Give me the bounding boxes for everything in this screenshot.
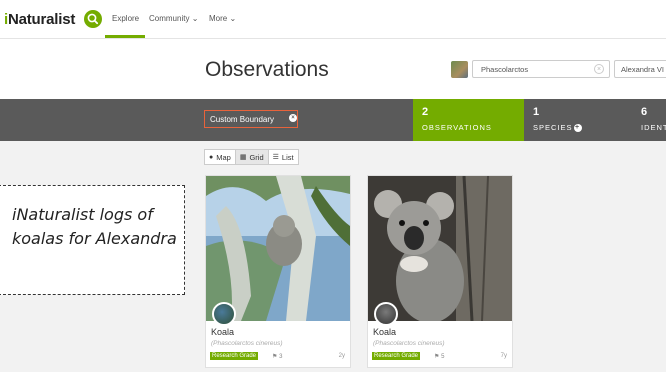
view-toggle: ● Map ▦ Grid ☰ List [204,149,299,165]
list-icon: ☰ [272,154,279,161]
identifiers-label: IDENT [641,123,666,132]
observation-scientific-name: (Phascolarctos cinereus) [211,340,283,347]
nav-community[interactable]: Community ⌄ [149,14,198,23]
identification-count: 3 [279,354,283,360]
observation-age: 2y [338,353,345,359]
observation-photo[interactable] [368,176,512,321]
species-search-input[interactable]: Phascolarctos × [472,60,610,78]
tab-observations[interactable]: 2 OBSERVATIONS [413,99,524,141]
nav-more[interactable]: More ⌄ [209,14,236,23]
quality-grade-badge: Research Grade [372,352,421,360]
grid-view-button[interactable]: ▦ Grid [235,149,269,165]
species-search-value: Phascolarctos [481,65,529,74]
top-navigation-bar: iNaturalist Explore Community ⌄ More ⌄ [0,0,666,39]
page-title: Observations [205,58,329,81]
search-icon[interactable] [84,10,102,28]
nav-explore[interactable]: Explore [112,14,139,23]
observation-photo[interactable] [206,176,350,321]
identification-icon: ⚑ [434,354,440,360]
tab-identifiers[interactable]: 6 IDENT [632,99,666,141]
quality-grade-badge: Research Grade [210,352,259,360]
species-count: 1 [533,106,540,118]
plus-circle-icon: + [573,124,582,133]
species-label: SPECIES [533,123,573,132]
chevron-down-icon: ⌄ [229,14,237,23]
custom-boundary-label: Custom Boundary [210,115,275,124]
observation-age: 7y [500,353,507,359]
custom-boundary-button[interactable]: Custom Boundary × [204,110,298,128]
map-marker-icon: ● [209,153,214,161]
observation-card[interactable]: Koala (Phascolarctos cinereus) Research … [205,175,351,368]
annotation-callout: iNaturalist logs of koalas for Alexandra [0,185,185,295]
identifiers-count: 6 [641,106,648,118]
list-view-button[interactable]: ☰ List [268,149,299,165]
map-view-button[interactable]: ● Map [204,149,236,165]
observation-common-name[interactable]: Koala [373,327,396,337]
species-thumbnail [451,61,468,78]
observation-scientific-name: (Phascolarctos cinereus) [373,340,445,347]
place-search-input[interactable]: Alexandra VI [614,60,666,78]
observation-common-name[interactable]: Koala [211,327,234,337]
chevron-down-icon: ⌄ [191,14,199,23]
identification-count: 5 [441,354,445,360]
place-search-value: Alexandra VI [621,65,664,74]
identification-icon: ⚑ [272,354,278,360]
grid-icon: ▦ [239,154,247,161]
observations-label: OBSERVATIONS [422,123,492,132]
observation-card[interactable]: Koala (Phascolarctos cinereus) Research … [367,175,513,368]
annotation-text: iNaturalist logs of koalas for Alexandra [12,205,177,248]
observations-count: 2 [422,106,429,118]
avatar[interactable] [374,302,398,326]
tab-species[interactable]: 1 SPECIES + [524,99,632,141]
close-circle-icon[interactable]: × [289,114,297,122]
active-tab-indicator [105,35,145,38]
inaturalist-logo[interactable]: iNaturalist [4,11,75,28]
close-circle-icon[interactable]: × [594,64,604,74]
avatar[interactable] [212,302,236,326]
